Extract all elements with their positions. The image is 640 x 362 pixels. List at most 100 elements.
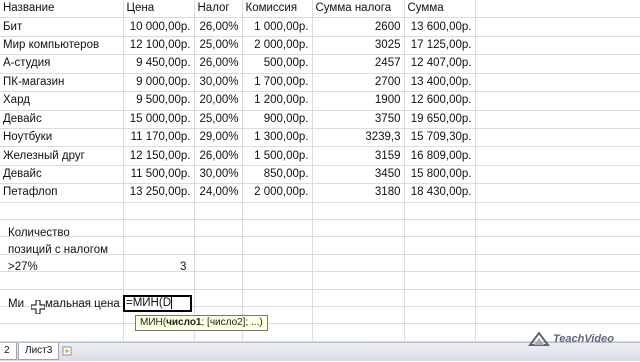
table-cell-total[interactable]: 15 800,00р. — [404, 165, 476, 185]
empty-cell[interactable] — [312, 202, 405, 221]
table-cell-name[interactable]: Хард — [0, 91, 124, 111]
table-cell-tax_sum[interactable]: 3180 — [312, 183, 405, 203]
table-cell-tax_sum[interactable]: 2600 — [312, 17, 405, 37]
header-cell[interactable]: Налог — [194, 0, 243, 19]
table-cell-price[interactable]: 9 000,00р. — [123, 73, 195, 93]
table-cell-name[interactable]: Мир компьютеров — [0, 36, 124, 56]
table-cell-price[interactable]: 11 500,00р. — [123, 165, 195, 185]
empty-cell[interactable] — [123, 219, 195, 238]
empty-cell[interactable] — [0, 323, 124, 342]
new-sheet-icon[interactable] — [62, 346, 72, 356]
empty-cell[interactable] — [242, 219, 313, 238]
table-cell-name[interactable]: А-студия — [0, 54, 124, 74]
table-cell-total[interactable]: 15 709,30р. — [404, 128, 476, 148]
empty-cell[interactable] — [194, 289, 243, 308]
empty-cell[interactable] — [475, 289, 640, 308]
table-cell-price[interactable]: 12 100,00р. — [123, 36, 195, 56]
table-cell-price[interactable]: 15 000,00р. — [123, 110, 195, 129]
table-cell-total[interactable]: 18 430,00р. — [404, 183, 476, 203]
table-cell-tax[interactable]: 30,00% — [194, 73, 243, 93]
table-cell-tax[interactable]: 29,00% — [194, 128, 243, 148]
empty-cell[interactable] — [242, 202, 313, 221]
table-cell-tax_sum[interactable]: 3159 — [312, 146, 405, 166]
empty-cell[interactable] — [312, 254, 405, 273]
empty-cell[interactable] — [123, 202, 195, 221]
table-cell-tax_sum[interactable]: 1900 — [312, 91, 405, 111]
table-cell-commission[interactable]: 1 000,00р. — [242, 17, 313, 37]
empty-cell[interactable] — [194, 202, 243, 221]
empty-cell[interactable] — [404, 306, 476, 325]
table-cell-tax_sum[interactable]: 3239,3 — [312, 128, 405, 148]
empty-cell[interactable] — [242, 289, 313, 308]
empty-cell[interactable] — [123, 236, 195, 255]
empty-cell[interactable] — [475, 36, 640, 56]
empty-cell[interactable] — [194, 271, 243, 290]
header-cell[interactable]: Комиссия — [242, 0, 313, 19]
empty-cell[interactable] — [475, 183, 640, 203]
empty-cell[interactable] — [475, 91, 640, 111]
table-cell-commission[interactable]: 1 200,00р. — [242, 91, 313, 111]
empty-cell[interactable] — [475, 219, 640, 238]
header-cell[interactable]: Цена — [123, 0, 195, 19]
table-cell-name[interactable]: Петафлоп — [0, 183, 124, 203]
empty-cell[interactable] — [404, 202, 476, 221]
table-cell-commission[interactable]: 1 700,00р. — [242, 73, 313, 93]
empty-cell[interactable] — [475, 110, 640, 129]
table-cell-price[interactable]: 9 450,00р. — [123, 54, 195, 74]
table-cell-total[interactable]: 13 400,00р. — [404, 73, 476, 93]
table-cell-name[interactable]: Девайс — [0, 110, 124, 129]
empty-cell[interactable] — [475, 165, 640, 185]
table-cell-total[interactable]: 16 809,00р. — [404, 146, 476, 166]
empty-cell[interactable] — [475, 271, 640, 290]
table-cell-commission[interactable]: 850,00р. — [242, 165, 313, 185]
table-cell-tax[interactable]: 26,00% — [194, 54, 243, 74]
table-cell-tax_sum[interactable]: 3750 — [312, 110, 405, 129]
table-cell-name[interactable]: Ноутбуки — [0, 128, 124, 148]
empty-cell[interactable] — [312, 289, 405, 308]
empty-cell[interactable] — [242, 271, 313, 290]
empty-cell[interactable] — [475, 128, 640, 148]
empty-cell[interactable] — [475, 17, 640, 37]
empty-cell[interactable] — [404, 219, 476, 238]
table-cell-price[interactable]: 12 150,00р. — [123, 146, 195, 166]
function-tooltip[interactable]: МИН(число1; [число2]; ...) — [135, 315, 268, 331]
table-cell-price[interactable]: 11 170,00р. — [123, 128, 195, 148]
empty-cell[interactable] — [404, 254, 476, 273]
formula-edit-cell[interactable]: =МИН(D — [123, 295, 192, 312]
table-cell-tax[interactable]: 25,00% — [194, 36, 243, 56]
table-cell-price[interactable]: 10 000,00р. — [123, 17, 195, 37]
header-cell[interactable]: Название — [0, 0, 124, 19]
empty-cell[interactable] — [404, 271, 476, 290]
table-cell-price[interactable]: 9 500,00р. — [123, 91, 195, 111]
table-cell-name[interactable]: Железный друг — [0, 146, 124, 166]
table-cell-tax[interactable]: 24,00% — [194, 183, 243, 203]
empty-cell[interactable] — [312, 323, 405, 342]
table-cell-name[interactable]: ПК-магазин — [0, 73, 124, 93]
empty-cell[interactable] — [312, 236, 405, 255]
table-cell-total[interactable]: 17 125,00р. — [404, 36, 476, 56]
table-cell-commission[interactable]: 1 500,00р. — [242, 146, 313, 166]
empty-cell[interactable] — [475, 306, 640, 325]
table-cell-total[interactable]: 19 650,00р. — [404, 110, 476, 129]
empty-cell[interactable] — [194, 236, 243, 255]
empty-cell[interactable] — [0, 202, 124, 221]
table-cell-tax_sum[interactable]: 3025 — [312, 36, 405, 56]
empty-cell[interactable] — [475, 73, 640, 93]
table-cell-tax[interactable]: 25,00% — [194, 110, 243, 129]
table-cell-price[interactable]: 13 250,00р. — [123, 183, 195, 203]
header-cell[interactable]: Сумма — [404, 0, 476, 19]
empty-cell[interactable] — [194, 219, 243, 238]
table-cell-commission[interactable]: 2 000,00р. — [242, 183, 313, 203]
empty-cell[interactable] — [404, 323, 476, 342]
empty-cell[interactable] — [194, 254, 243, 273]
table-cell-name[interactable]: Бит — [0, 17, 124, 37]
empty-cell[interactable] — [475, 54, 640, 74]
table-cell-commission[interactable]: 2 000,00р. — [242, 36, 313, 56]
empty-cell[interactable] — [242, 236, 313, 255]
empty-cell[interactable] — [312, 219, 405, 238]
table-cell-total[interactable]: 12 600,00р. — [404, 91, 476, 111]
table-cell-tax[interactable]: 20,00% — [194, 91, 243, 111]
table-cell-tax_sum[interactable]: 2700 — [312, 73, 405, 93]
empty-cell[interactable] — [312, 271, 405, 290]
empty-cell[interactable] — [242, 254, 313, 273]
